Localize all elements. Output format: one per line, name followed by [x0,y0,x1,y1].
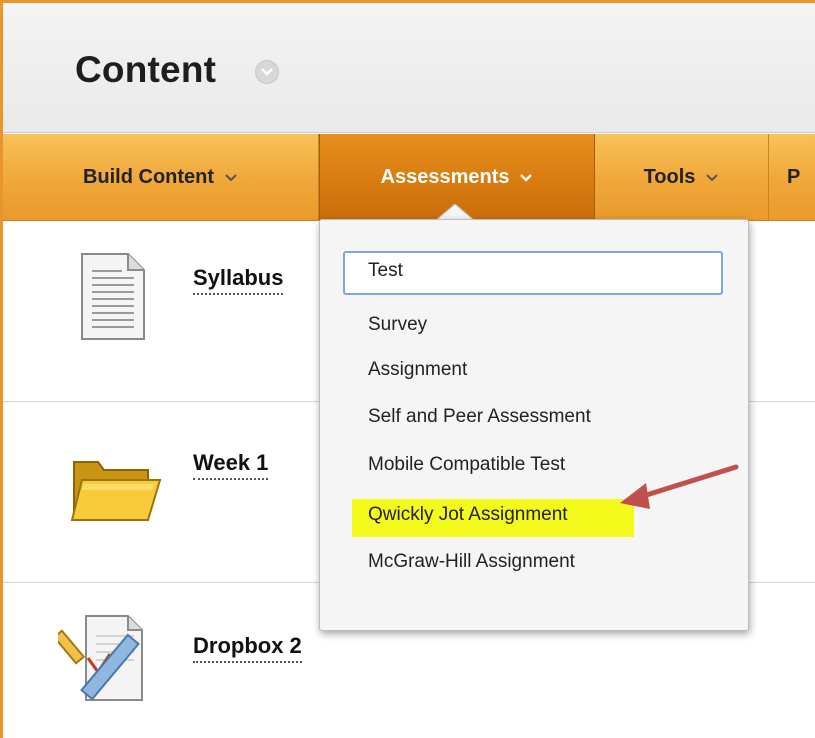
chevron-down-icon [705,166,719,189]
menu-item-mobile-compatible-test[interactable]: Mobile Compatible Test [368,454,565,476]
content-item-title[interactable]: Dropbox 2 [193,633,302,663]
document-icon [78,251,148,348]
menu-item-qwickly-jot-assignment[interactable]: Qwickly Jot Assignment [368,504,568,526]
tools-button[interactable]: Tools [595,134,769,220]
menu-item-self-and-peer-assessment[interactable]: Self and Peer Assessment [368,406,591,428]
content-item-title[interactable]: Week 1 [193,450,269,480]
page-title: Content [75,49,217,90]
tools-label: Tools [643,165,696,188]
build-content-label: Build Content [82,165,215,188]
build-content-button[interactable]: Build Content [3,134,319,220]
content-item-title[interactable]: Syllabus [193,265,284,295]
annotation-arrow [620,464,739,509]
partial-toolbar-button[interactable]: P [769,134,815,220]
assignment-icon [52,608,158,713]
assessments-dropdown-menu: Test Survey Assignment Self and Peer Ass… [319,219,749,631]
chevron-down-icon [519,166,533,189]
assessments-label: Assessments [380,165,510,188]
partial-toolbar-label: P [787,165,801,188]
folder-icon [68,450,164,535]
chevron-down-icon[interactable] [255,60,279,84]
menu-item-mcgraw-hill-assignment[interactable]: McGraw-Hill Assignment [368,551,575,573]
chevron-down-icon [224,166,238,189]
action-toolbar: Build Content Assessments Tools P [3,134,815,221]
menu-item-test[interactable]: Test [343,251,723,295]
menu-item-assignment[interactable]: Assignment [368,359,467,381]
page-header: Content [3,3,815,133]
menu-item-survey[interactable]: Survey [368,314,427,336]
